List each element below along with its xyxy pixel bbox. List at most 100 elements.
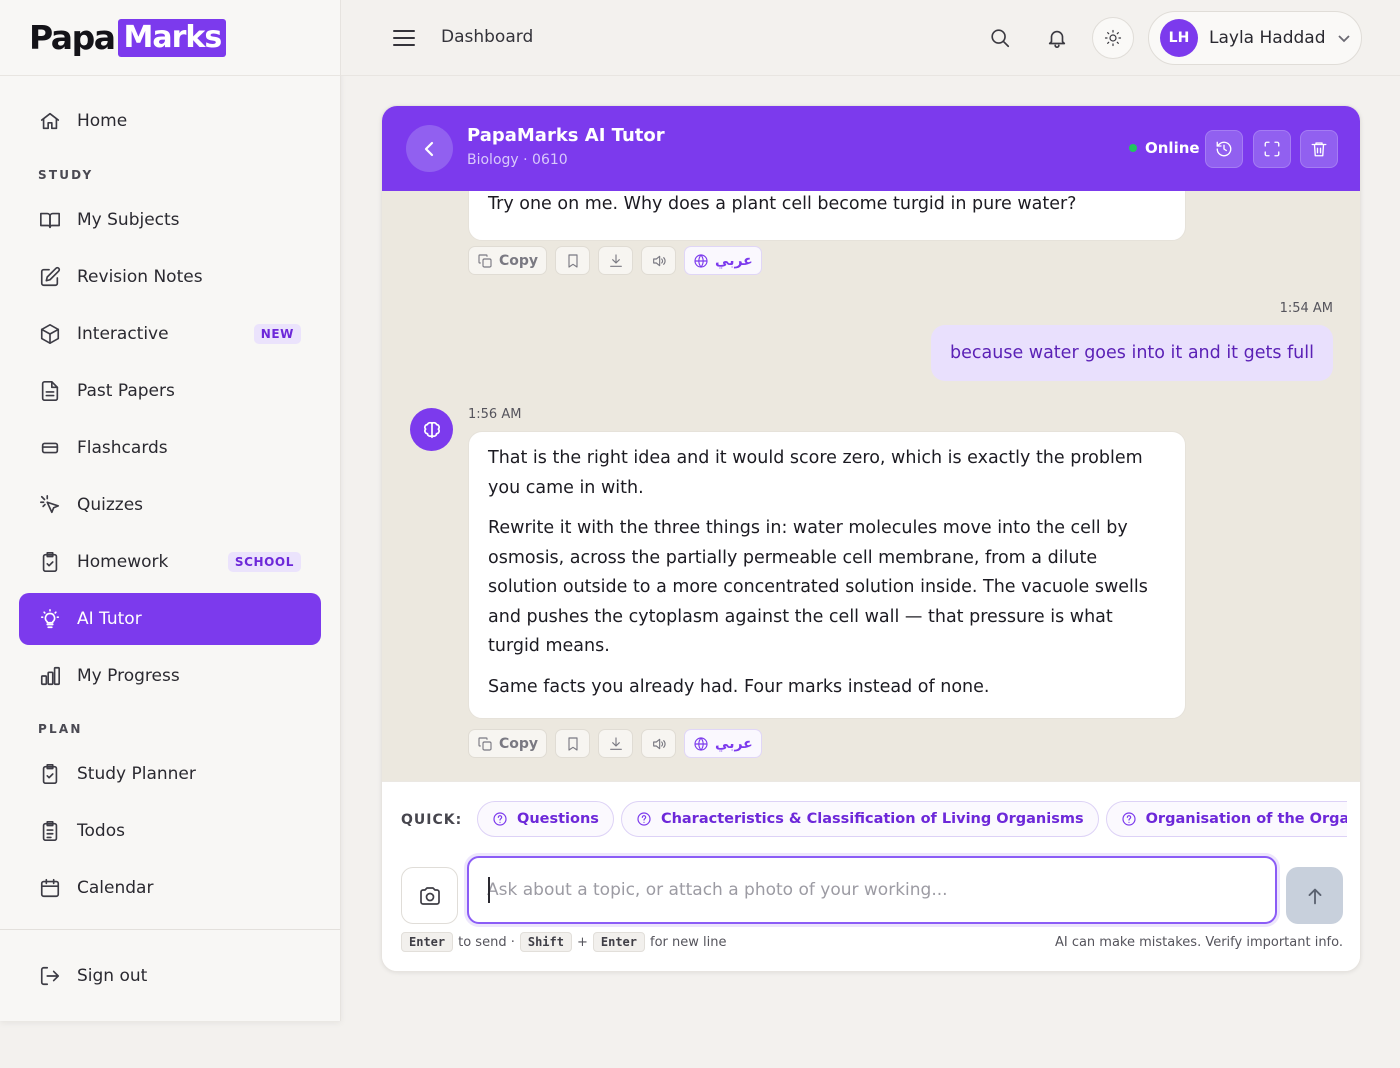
kbd-shift: Shift	[519, 932, 572, 952]
copy-button[interactable]: Copy	[468, 729, 548, 758]
sidebar-item-label: Calendar	[77, 878, 154, 898]
ai-message-paragraph: Same facts you already had. Four marks i…	[488, 676, 990, 697]
translate-button[interactable]: عربي	[684, 246, 762, 275]
clipboard-check-icon	[38, 550, 62, 574]
search-button[interactable]	[985, 23, 1015, 53]
sign-out-button[interactable]: Sign out	[19, 950, 321, 1002]
composer: QUICK: Questions Characteristics & Class…	[382, 781, 1360, 971]
ai-message-bubble: That is the right idea and it would scor…	[468, 431, 1186, 719]
help-circle-icon	[1122, 812, 1136, 826]
sidebar-item-interactive[interactable]: Interactive NEW	[19, 308, 321, 360]
sidebar-item-flashcards[interactable]: Flashcards	[19, 422, 321, 474]
history-icon	[1216, 141, 1232, 157]
chat-header: PapaMarks AI Tutor Biology · 0610 Online	[382, 106, 1360, 191]
sidebar-item-ai-tutor[interactable]: AI Tutor	[19, 593, 321, 645]
translate-button[interactable]: عربي	[684, 729, 762, 758]
speaker-icon	[652, 255, 666, 266]
download-button[interactable]	[598, 729, 634, 758]
ai-avatar	[410, 408, 453, 451]
fullscreen-button[interactable]	[1253, 130, 1291, 168]
new-badge: NEW	[253, 324, 301, 344]
quick-chip[interactable]: Characteristics & Classification of Livi…	[620, 801, 1099, 837]
log-out-icon	[38, 964, 62, 988]
sign-out-label: Sign out	[77, 966, 148, 986]
sidebar-item-label: AI Tutor	[77, 609, 142, 629]
send-button[interactable]	[1286, 867, 1343, 924]
sidebar-divider	[0, 929, 340, 930]
ai-message-bubble: Try one on me. Why does a plant cell bec…	[468, 191, 1186, 241]
top-bar: Dashboard LH Layla Haddad	[341, 0, 1400, 76]
theme-toggle-button[interactable]	[1092, 17, 1134, 59]
book-open-icon	[38, 208, 62, 232]
online-status: Online	[1129, 139, 1200, 157]
file-text-icon	[38, 379, 62, 403]
download-button[interactable]	[598, 246, 634, 275]
home-icon	[38, 109, 62, 133]
read-aloud-button[interactable]	[641, 246, 677, 275]
history-button[interactable]	[1205, 130, 1243, 168]
sidebar-item-label: Study Planner	[77, 764, 196, 784]
sidebar-item-label: My Subjects	[77, 210, 180, 230]
logo-marks: Marks	[118, 18, 227, 57]
message-input[interactable]	[487, 858, 1257, 922]
kbd-enter: Enter	[401, 932, 454, 952]
sidebar-item-label: Revision Notes	[77, 267, 203, 287]
chevron-down-icon	[1337, 35, 1350, 43]
globe-icon	[694, 253, 708, 268]
sidebar-item-past-papers[interactable]: Past Papers	[19, 365, 321, 417]
sidebar-item-label: Flashcards	[77, 438, 168, 458]
sidebar-item-label: Past Papers	[77, 381, 175, 401]
message-list: Try one on me. Why does a plant cell bec…	[382, 191, 1360, 781]
cube-icon	[38, 322, 62, 346]
sidebar-item-revision-notes[interactable]: Revision Notes	[19, 251, 321, 303]
sidebar-item-my-subjects[interactable]: My Subjects	[19, 194, 321, 246]
online-dot-icon	[1129, 144, 1137, 152]
quick-chip-label: Questions	[517, 811, 599, 827]
sidebar-item-quizzes[interactable]: Quizzes	[19, 479, 321, 531]
back-button[interactable]	[406, 125, 453, 172]
sidebar-item-label: Todos	[77, 821, 125, 841]
clear-chat-button[interactable]	[1300, 130, 1338, 168]
keyboard-hint: Enter to send · Shift + Enter for new li…	[401, 932, 726, 952]
copy-button[interactable]: Copy	[468, 246, 548, 275]
bookmark-button[interactable]	[555, 729, 591, 758]
sun-icon	[1104, 29, 1122, 47]
ai-message-time: 1:56 AM	[468, 407, 522, 422]
sidebar-item-my-progress[interactable]: My Progress	[19, 650, 321, 702]
quick-label: QUICK:	[401, 812, 463, 828]
brain-icon	[423, 421, 440, 438]
menu-toggle-button[interactable]	[391, 25, 417, 51]
expand-icon	[1264, 141, 1280, 157]
copy-icon	[478, 253, 492, 268]
sidebar-item-calendar[interactable]: Calendar	[19, 862, 321, 914]
bookmark-button[interactable]	[555, 246, 591, 275]
brand-logo[interactable]: Papa Marks	[0, 0, 340, 76]
hint-text: to send ·	[458, 934, 515, 950]
notifications-button[interactable]	[1042, 23, 1072, 53]
speaker-icon	[652, 738, 666, 749]
arrow-up-icon	[1308, 888, 1321, 904]
bookmark-icon	[567, 736, 578, 751]
quick-chip[interactable]: Organisation of the Organism	[1105, 801, 1347, 837]
sidebar-item-label: Homework	[77, 552, 169, 572]
chevron-left-icon	[424, 141, 433, 156]
sidebar-item-homework[interactable]: Homework SCHOOL	[19, 536, 321, 588]
text-caret	[488, 877, 490, 903]
read-aloud-button[interactable]	[641, 729, 677, 758]
ai-message-paragraph: That is the right idea and it would scor…	[488, 448, 1143, 498]
copy-label: Copy	[499, 252, 539, 269]
search-icon	[991, 29, 1010, 48]
bookmark-icon	[567, 253, 578, 268]
sidebar-item-home[interactable]: Home	[19, 95, 321, 147]
attach-photo-button[interactable]	[401, 867, 458, 924]
sidebar-item-todos[interactable]: Todos	[19, 805, 321, 857]
message-actions: Copy عربي	[468, 729, 762, 758]
quick-chip[interactable]: Questions	[477, 801, 614, 837]
sidebar: Papa Marks Home STUDY My Subjects Revisio…	[0, 0, 341, 1021]
school-badge: SCHOOL	[227, 552, 301, 572]
sidebar-item-study-planner[interactable]: Study Planner	[19, 748, 321, 800]
bar-chart-icon	[38, 664, 62, 688]
user-menu-button[interactable]: LH Layla Haddad	[1148, 11, 1362, 65]
chat-title: PapaMarks AI Tutor	[467, 125, 665, 146]
download-icon	[609, 736, 622, 750]
